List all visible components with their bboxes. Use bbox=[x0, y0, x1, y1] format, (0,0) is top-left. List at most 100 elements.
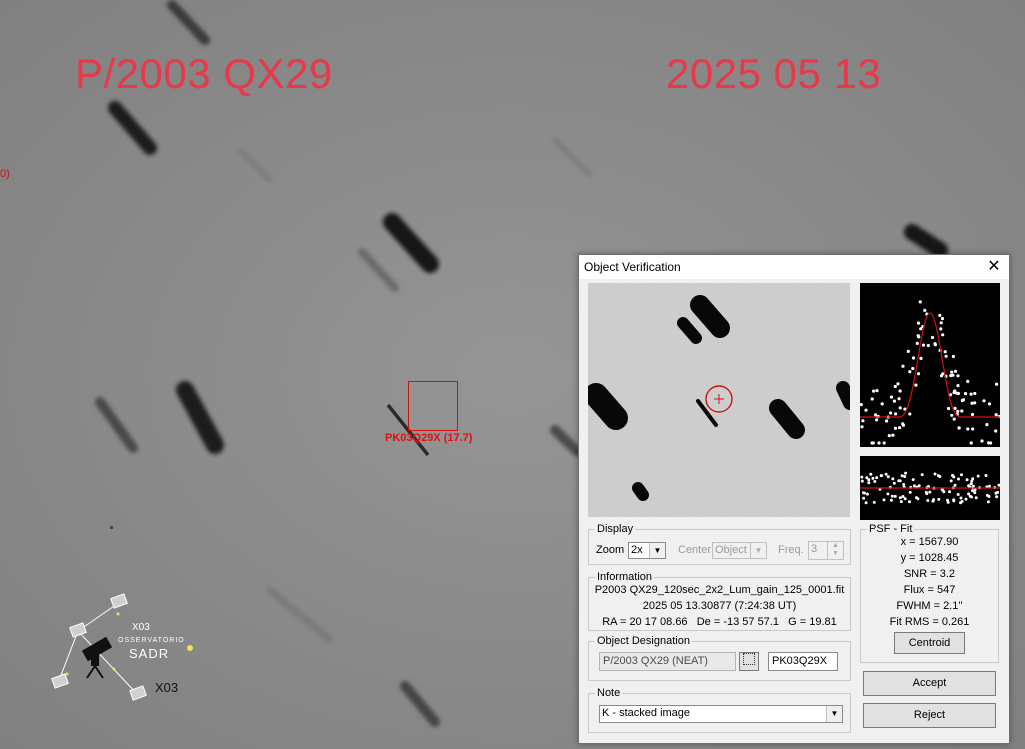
psf-data-point bbox=[880, 402, 884, 406]
psf-data-point bbox=[995, 382, 999, 386]
residual-data-point bbox=[951, 473, 954, 477]
residual-data-point bbox=[969, 482, 973, 486]
psf-data-point bbox=[987, 402, 992, 406]
psf-data-point bbox=[893, 384, 897, 389]
accept-button[interactable]: Accept bbox=[863, 671, 996, 696]
designation-code-field[interactable]: PK03Q29X bbox=[768, 652, 838, 671]
chevron-down-icon[interactable]: ▼ bbox=[750, 543, 766, 558]
zoom-select[interactable]: 2x ▼ bbox=[628, 542, 666, 559]
psf-data-point bbox=[901, 422, 905, 426]
chevron-down-icon[interactable]: ▼ bbox=[649, 543, 665, 558]
residual-data-point bbox=[899, 500, 903, 504]
logo-code-bottom: X03 bbox=[155, 680, 179, 695]
target-box bbox=[408, 381, 458, 431]
psf-data-point bbox=[985, 423, 989, 427]
psf-data-point bbox=[956, 384, 960, 388]
residual-data-point bbox=[904, 471, 908, 475]
close-icon[interactable]: ✕ bbox=[983, 257, 1005, 277]
psf-data-point bbox=[951, 354, 955, 359]
designation-name-field[interactable]: P/2003 QX29 (NEAT) bbox=[599, 652, 736, 671]
dialog-title: Object Verification bbox=[584, 260, 681, 274]
psf-data-point bbox=[896, 382, 900, 386]
psf-data-point bbox=[911, 356, 916, 360]
psf-data-point bbox=[957, 426, 961, 430]
accept-label: Accept bbox=[912, 677, 947, 689]
centroid-label: Centroid bbox=[908, 637, 951, 649]
psf-x: x = 1567.90 bbox=[900, 536, 959, 548]
psf-data-point bbox=[875, 418, 879, 422]
psf-fwhm: FWHM = 2.1'' bbox=[896, 600, 963, 612]
psf-data-point bbox=[882, 441, 886, 445]
zoomed-image-view[interactable] bbox=[588, 283, 850, 517]
residual-data-point bbox=[971, 477, 975, 481]
psf-data-point bbox=[915, 341, 919, 345]
psf-data-point bbox=[970, 412, 975, 417]
psf-data-point bbox=[918, 300, 922, 304]
information-legend: Information bbox=[597, 571, 653, 583]
psf-flux: Flux = 547 bbox=[903, 584, 956, 596]
residual-data-point bbox=[987, 495, 991, 498]
residual-data-point bbox=[924, 490, 928, 494]
reject-label: Reject bbox=[913, 709, 946, 721]
residual-data-point bbox=[997, 483, 1000, 487]
psf-data-point bbox=[949, 374, 953, 378]
residual-data-point bbox=[866, 492, 869, 496]
psf-data-point bbox=[944, 354, 948, 358]
object-title: P/2003 QX29 bbox=[75, 50, 333, 97]
psf-residual-plot bbox=[860, 456, 1000, 520]
psf-data-point bbox=[950, 413, 954, 417]
centroid-button[interactable]: Centroid bbox=[894, 632, 965, 654]
residual-data-point bbox=[867, 481, 871, 485]
residual-data-point bbox=[860, 479, 864, 483]
zoom-label: Zoom bbox=[596, 544, 625, 556]
psf-data-point bbox=[966, 379, 970, 383]
psf-data-point bbox=[860, 403, 863, 407]
display-legend: Display bbox=[597, 523, 634, 535]
note-select[interactable]: K - stacked image ▼ bbox=[599, 705, 843, 723]
residual-data-point bbox=[949, 479, 953, 483]
logo-code-top: X03 bbox=[132, 622, 150, 633]
residual-data-point bbox=[871, 476, 875, 480]
reject-button[interactable]: Reject bbox=[863, 703, 996, 728]
freq-spinner[interactable]: 3 ▲ ▼ bbox=[808, 541, 844, 560]
psf-data-point bbox=[872, 389, 876, 393]
center-select[interactable]: Object ▼ bbox=[712, 542, 767, 559]
psf-fit-rms: Fit RMS = 0.261 bbox=[889, 616, 970, 628]
residual-data-point bbox=[968, 494, 972, 498]
psf-data-point bbox=[919, 356, 923, 360]
residual-data-point bbox=[959, 496, 963, 500]
psf-data-point bbox=[960, 409, 964, 413]
residual-data-point bbox=[973, 491, 977, 495]
designation-legend: Object Designation bbox=[597, 635, 690, 647]
residual-data-point bbox=[967, 484, 971, 488]
info-timestamp: 2025 05 13.30877 (7:24:38 UT) bbox=[642, 600, 797, 612]
browse-button[interactable] bbox=[739, 652, 759, 671]
psf-data-point bbox=[969, 392, 973, 396]
zoom-value: 2x bbox=[631, 544, 643, 556]
chevron-down-icon[interactable]: ▼ bbox=[826, 706, 842, 722]
psf-data-point bbox=[939, 321, 943, 325]
freq-label: Freq. bbox=[778, 544, 804, 556]
psf-data-point bbox=[908, 412, 912, 416]
residual-data-point bbox=[933, 472, 937, 476]
psf-data-point bbox=[953, 389, 957, 393]
dialog-titlebar[interactable]: Object Verification ✕ bbox=[579, 255, 1009, 279]
psf-data-point bbox=[893, 426, 898, 430]
psf-data-point bbox=[898, 389, 902, 393]
psf-data-point bbox=[916, 334, 920, 338]
residual-data-point bbox=[960, 500, 964, 503]
psf-data-point bbox=[952, 417, 956, 421]
psf-data-point bbox=[946, 406, 951, 411]
logo-org-line: OSSERVATORIO bbox=[118, 637, 185, 644]
spinner-arrows-icon[interactable]: ▲ ▼ bbox=[827, 542, 843, 559]
psf-data-point bbox=[960, 398, 964, 403]
object-verification-dialog: Object Verification ✕ Display Zoom 2x ▼ … bbox=[578, 254, 1010, 744]
psf-data-point bbox=[930, 335, 935, 340]
residual-data-point bbox=[986, 500, 990, 504]
psf-data-point bbox=[923, 308, 927, 312]
psf-data-point bbox=[939, 327, 943, 331]
residual-data-point bbox=[973, 488, 977, 492]
psf-data-point bbox=[894, 412, 898, 416]
residual-data-point bbox=[884, 472, 888, 476]
psf-data-point bbox=[885, 419, 889, 423]
